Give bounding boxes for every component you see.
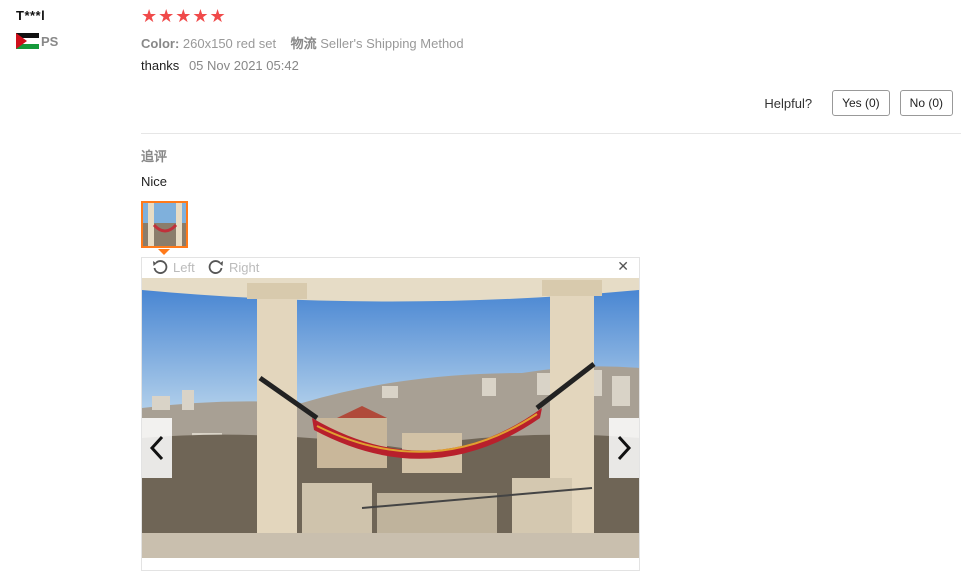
- reviewer-name: T***l: [16, 8, 46, 23]
- rotate-left-button[interactable]: Left: [152, 259, 195, 275]
- helpful-yes-button[interactable]: Yes (0): [832, 90, 890, 116]
- helpful-vote: Helpful? Yes (0) No (0): [764, 90, 953, 116]
- review-sku-info: Color: 260x150 red set 物流 Seller's Shipp…: [141, 33, 464, 52]
- reviewer-country: PS: [16, 33, 58, 49]
- next-photo-button[interactable]: [609, 418, 639, 478]
- followup-label: 追评: [141, 149, 168, 164]
- rotate-right-label: Right: [229, 259, 260, 275]
- helpful-label: Helpful?: [764, 95, 813, 111]
- country-code: PS: [41, 33, 59, 49]
- helpful-no-button[interactable]: No (0): [899, 90, 953, 116]
- color-value: 260x150 red set: [182, 36, 277, 51]
- chevron-right-icon: [617, 435, 632, 461]
- rotate-right-icon: [208, 260, 223, 274]
- close-icon[interactable]: ✕: [617, 258, 629, 275]
- review-photo: [142, 278, 639, 558]
- chevron-left-icon: [149, 435, 164, 461]
- rating-stars: ★★★★★: [141, 6, 227, 26]
- reviewer-info: T***l PS: [16, 8, 58, 49]
- review-date: 05 Nov 2021 05:42: [188, 58, 299, 73]
- photo-viewer: Left Right ✕: [141, 257, 640, 571]
- review-text: thanks: [141, 58, 180, 73]
- review-text-line: thanks 05 Nov 2021 05:42: [141, 58, 299, 73]
- followup-text: Nice: [141, 174, 168, 189]
- rotate-left-label: Left: [173, 259, 195, 275]
- palestine-flag-icon: [16, 33, 39, 49]
- shipping-label: 物流: [290, 36, 317, 51]
- review-photo-thumbnail[interactable]: [141, 201, 188, 248]
- thumbnail-caret: [158, 249, 170, 255]
- color-label: Color:: [141, 36, 180, 51]
- shipping-value: Seller's Shipping Method: [320, 36, 464, 51]
- rotate-right-button[interactable]: Right: [208, 259, 259, 275]
- divider: [141, 133, 961, 134]
- viewer-toolbar: Left Right ✕: [142, 258, 639, 278]
- previous-photo-button[interactable]: [142, 418, 172, 478]
- rotate-left-icon: [153, 260, 168, 274]
